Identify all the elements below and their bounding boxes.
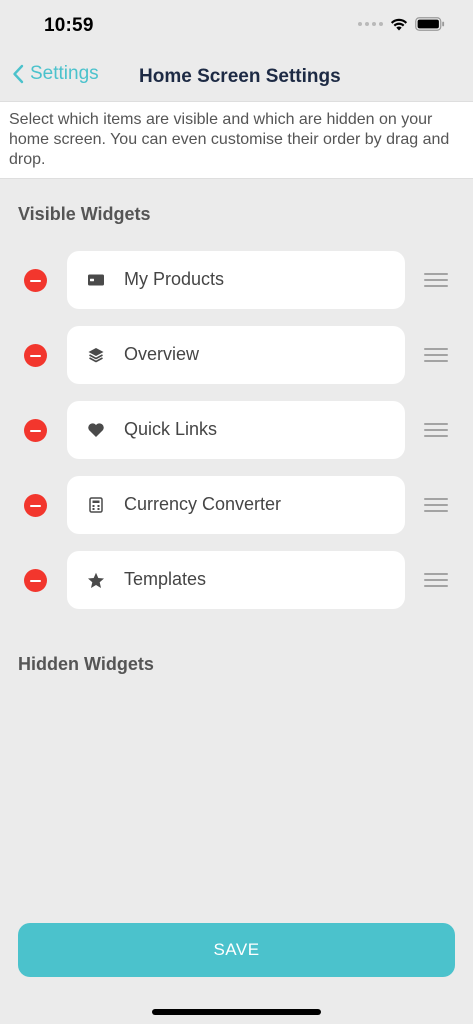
home-indicator: [152, 1009, 321, 1015]
widget-row: Templates: [0, 551, 473, 609]
hidden-widgets-title: Hidden Widgets: [18, 654, 154, 674]
widget-card[interactable]: Overview: [67, 326, 405, 384]
drag-handle[interactable]: [424, 273, 448, 287]
calculator-icon: [86, 495, 106, 515]
layers-icon: [86, 345, 106, 365]
wallet-icon: [86, 270, 106, 290]
visible-widgets-title: Visible Widgets: [18, 204, 151, 224]
description-text: Select which items are visible and which…: [9, 111, 450, 168]
back-label: Settings: [30, 63, 99, 84]
star-icon: [86, 570, 106, 590]
battery-icon: [415, 17, 445, 31]
wifi-icon: [390, 18, 408, 31]
drag-handle[interactable]: [424, 423, 448, 437]
widget-row: Quick Links: [0, 401, 473, 459]
widget-label: Templates: [124, 569, 207, 589]
widget-label: Overview: [124, 344, 200, 364]
widget-label: My Products: [124, 269, 225, 289]
status-bar: 10:59: [0, 0, 473, 54]
widget-card[interactable]: Templates: [67, 551, 405, 609]
widget-row: Overview: [0, 326, 473, 384]
description-panel: Select which items are visible and which…: [0, 101, 473, 179]
remove-button[interactable]: [24, 569, 47, 592]
signal-icon: [358, 22, 383, 26]
widget-row: My Products: [0, 251, 473, 309]
widget-card[interactable]: My Products: [67, 251, 405, 309]
drag-handle[interactable]: [424, 348, 448, 362]
widget-card[interactable]: Currency Converter: [67, 476, 405, 534]
remove-button[interactable]: [24, 269, 47, 292]
page-title: Home Screen Settings: [139, 66, 341, 87]
widget-label: Currency Converter: [124, 494, 282, 514]
widget-label: Quick Links: [124, 419, 218, 439]
back-button[interactable]: Settings: [12, 63, 99, 85]
status-icons: [358, 17, 445, 31]
chevron-left-icon: [13, 64, 24, 84]
status-time: 10:59: [44, 15, 94, 36]
save-button[interactable]: SAVE: [18, 923, 455, 977]
widget-card[interactable]: Quick Links: [67, 401, 405, 459]
heart-icon: [86, 420, 106, 440]
drag-handle[interactable]: [424, 573, 448, 587]
drag-handle[interactable]: [424, 498, 448, 512]
remove-button[interactable]: [24, 344, 47, 367]
remove-button[interactable]: [24, 419, 47, 442]
widget-row: Currency Converter: [0, 476, 473, 534]
remove-button[interactable]: [24, 494, 47, 517]
nav-bar: Settings Home Screen Settings: [0, 54, 473, 100]
